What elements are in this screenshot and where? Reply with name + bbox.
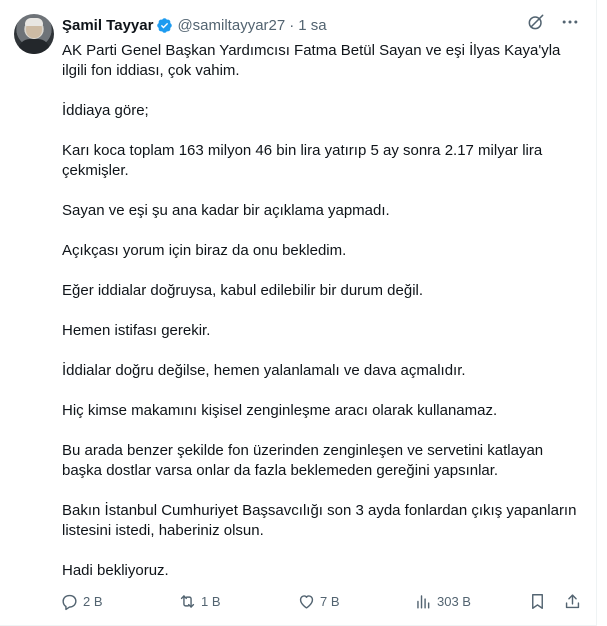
like-icon [297,592,316,611]
bookmark-button[interactable] [528,592,558,611]
tweet-card[interactable]: Şamil Tayyar @samiltayyar27 · 1 sa AK Pa… [0,0,597,626]
tweet-paragraph: İddiaya göre; [62,102,149,119]
tweet-paragraph: Açıkçası yorum için biraz da onu bekledi… [62,242,347,259]
tweet-paragraph: İddialar doğru değilse, hemen yalanlamal… [62,362,466,379]
reply-button[interactable]: 2 B [60,592,178,611]
tweet-paragraph: Karı koca toplam 163 milyon 46 bin lira … [62,142,543,179]
tweet-paragraph: Bu arada benzer şekilde fon üzerinden ze… [62,442,544,479]
tweet-actions: 2 B 1 B 7 B 303 B [60,589,582,613]
grok-icon[interactable] [526,12,546,32]
avatar[interactable] [14,14,54,54]
reply-count: 2 B [83,593,103,609]
views-button[interactable]: 303 B [414,592,528,611]
tweet-paragraph: Hiç kimse makamını kişisel zenginleşme a… [62,402,498,419]
tweet-paragraph: Eğer iddialar doğruysa, kabul edilebilir… [62,282,424,299]
like-button[interactable]: 7 B [297,592,414,611]
header-actions [526,12,580,32]
share-button[interactable] [563,592,582,611]
tweet-paragraph: Bakın İstanbul Cumhuriyet Başsavcılığı s… [62,502,577,539]
retweet-icon [178,592,197,611]
bookmark-icon [528,592,547,611]
verified-badge-icon[interactable] [156,17,173,34]
share-icon [563,592,582,611]
author-name[interactable]: Şamil Tayyar [62,17,153,34]
author-handle[interactable]: @samiltayyar27 [177,17,285,34]
tweet-paragraph: AK Parti Genel Başkan Yardımcısı Fatma B… [62,42,561,79]
views-icon [414,592,433,611]
tweet-paragraph: Hemen istifası gerekir. [62,322,211,339]
views-count: 303 B [437,593,471,609]
retweet-button[interactable]: 1 B [178,592,297,611]
tweet-paragraph: Hadi bekliyoruz. [62,562,169,579]
tweet-paragraph: Sayan ve eşi şu ana kadar bir açıklama y… [62,202,390,219]
reply-icon [60,592,79,611]
separator-dot: · [289,16,295,34]
like-count: 7 B [320,593,340,609]
tweet-text: AK Parti Genel Başkan Yardımcısı Fatma B… [62,41,582,601]
more-icon[interactable] [560,12,580,32]
retweet-count: 1 B [201,593,221,609]
tweet-time[interactable]: 1 sa [298,17,326,34]
tweet-header: Şamil Tayyar @samiltayyar27 · 1 sa [62,14,580,36]
